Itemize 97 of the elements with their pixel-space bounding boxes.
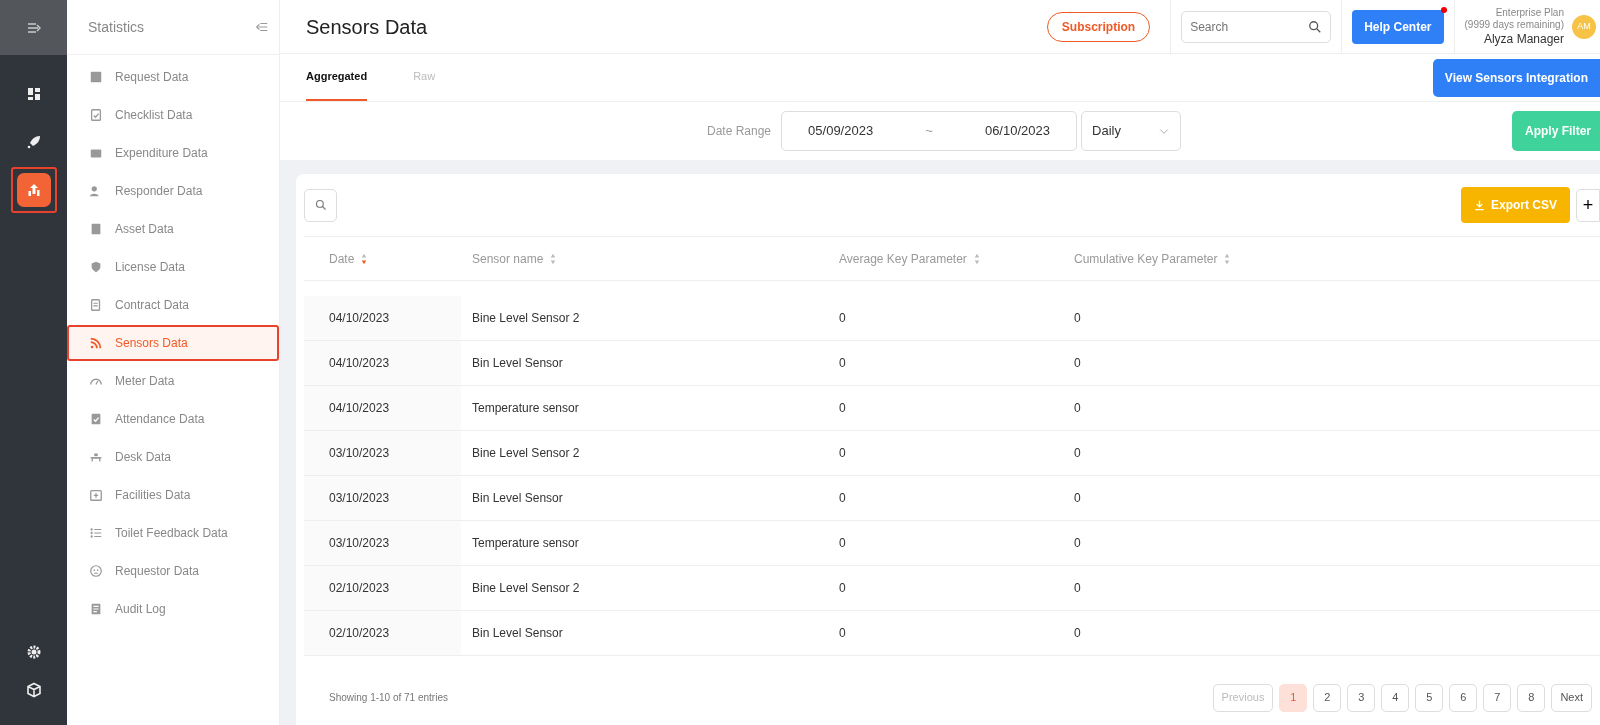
calendar-plus-icon xyxy=(89,488,103,502)
page-button[interactable]: 5 xyxy=(1415,683,1444,712)
table-cell-text: 0 xyxy=(838,490,847,507)
face-icon xyxy=(89,564,103,578)
search-icon xyxy=(1308,19,1323,34)
sidebar-item[interactable]: Facilities Data xyxy=(67,477,279,513)
column-header[interactable]: Sensor name xyxy=(472,249,558,268)
dashboard-icon xyxy=(25,86,42,102)
table-cell: 02/10/2023 xyxy=(304,611,461,655)
sidebar-item[interactable]: Audit Log xyxy=(67,591,279,627)
date-range-label: Date Range xyxy=(707,123,772,140)
date-range-field[interactable]: 05/09/2023 ~ 06/10/2023 xyxy=(781,111,1078,151)
page-button[interactable]: 6 xyxy=(1449,683,1478,712)
plan-name: Enterprise Plan xyxy=(1494,6,1564,19)
table-cell-text: Bin Level Sensor xyxy=(471,355,564,372)
search-field[interactable]: Search xyxy=(1181,10,1332,43)
checklist-icon xyxy=(89,108,103,122)
table-cell: 04/10/2023 xyxy=(304,341,461,385)
add-button[interactable]: + xyxy=(1576,188,1600,222)
sidebar-item[interactable]: Desk Data xyxy=(67,439,279,475)
table-cell: 04/10/2023 xyxy=(304,296,461,340)
page-button[interactable]: 2 xyxy=(1313,683,1342,712)
page-title: Sensors Data xyxy=(305,14,429,40)
subscription-button[interactable]: Subscription xyxy=(1046,11,1151,42)
apply-filter-button[interactable]: Apply Filter xyxy=(1512,111,1600,151)
download-icon xyxy=(1474,199,1485,211)
table-cell: 03/10/2023 xyxy=(304,476,461,520)
table-cell-text: 0 xyxy=(838,355,847,372)
range-separator: ~ xyxy=(925,122,933,141)
shield-icon xyxy=(89,260,103,274)
table-cell: 02/10/2023 xyxy=(304,566,461,610)
report-icon xyxy=(89,602,103,616)
user-name: Alyza Manager xyxy=(1482,31,1564,47)
sidebar-item[interactable]: Contract Data xyxy=(67,287,279,323)
table-cell-text: Bin Level Sensor xyxy=(471,625,564,642)
tab[interactable]: Raw xyxy=(413,54,436,101)
sidebar-item[interactable]: Meter Data xyxy=(67,363,279,399)
clipboard-check-icon xyxy=(89,412,103,426)
document-icon xyxy=(89,298,103,312)
sidebar-item[interactable]: Attendance Data xyxy=(67,401,279,437)
table-cell: 03/10/2023 xyxy=(304,431,461,475)
table-cell-text: Temperature sensor xyxy=(471,535,580,552)
sidebar-item[interactable]: Asset Data xyxy=(67,211,279,247)
column-header[interactable]: Average Key Parameter xyxy=(839,249,981,268)
page-button[interactable]: 8 xyxy=(1517,683,1546,712)
sidebar-item[interactable]: Checklist Data xyxy=(67,97,279,133)
table-cell-text: 0 xyxy=(1073,580,1082,597)
table-cell-text: 0 xyxy=(838,535,847,552)
table-cell-text: 0 xyxy=(1073,625,1082,642)
column-header[interactable]: Date xyxy=(329,249,369,268)
page-button[interactable]: 4 xyxy=(1381,683,1410,712)
settings-icon[interactable] xyxy=(25,644,42,660)
table-cell-text: Bin Level Sensor xyxy=(471,490,564,507)
signal-icon xyxy=(89,336,103,350)
table-cell-text: 0 xyxy=(1073,445,1082,462)
entries-info: Showing 1-10 of 71 entries xyxy=(329,691,448,705)
cube-icon[interactable] xyxy=(25,682,42,698)
help-center-button[interactable]: Help Center xyxy=(1352,9,1444,44)
table-cell-text: 0 xyxy=(838,580,847,597)
page-button[interactable]: 1 xyxy=(1279,683,1308,712)
table-cell-text: 0 xyxy=(1073,535,1082,552)
start-date: 05/09/2023 xyxy=(808,122,874,141)
table-cell: 04/10/2023 xyxy=(304,386,461,430)
table-cell-text: Bine Level Sensor 2 xyxy=(471,580,581,597)
page-button[interactable]: 7 xyxy=(1483,683,1512,712)
next-button[interactable]: Next xyxy=(1551,683,1592,712)
sidebar-item[interactable]: License Data xyxy=(67,249,279,285)
plan-remaining: (9999 days remaining) xyxy=(1464,19,1564,32)
table-cell-text: Temperature sensor xyxy=(471,400,580,417)
sidebar-title: Statistics xyxy=(88,17,144,37)
end-date: 06/10/2023 xyxy=(984,122,1050,141)
view-sensors-integration-button[interactable]: View Sensors Integration xyxy=(1432,58,1600,97)
table-cell-text: 0 xyxy=(1073,400,1082,417)
period-select[interactable]: Daily xyxy=(1081,111,1182,151)
table-cell-text: Bine Level Sensor 2 xyxy=(471,310,581,327)
table-cell-text: 0 xyxy=(838,400,847,417)
table-cell-text: Bine Level Sensor 2 xyxy=(471,445,581,462)
page-button[interactable]: 3 xyxy=(1347,683,1376,712)
rocket-icon xyxy=(25,134,42,150)
table-cell-text: 0 xyxy=(838,445,847,462)
list-icon xyxy=(89,526,103,540)
sidebar-item[interactable]: Toilet Feedback Data xyxy=(67,515,279,551)
table-cell-text: 0 xyxy=(1073,355,1082,372)
sidebar-item[interactable]: Sensors Data xyxy=(67,325,279,361)
table-cell-text: 0 xyxy=(1073,490,1082,507)
table-cell-text: 0 xyxy=(838,310,847,327)
sidebar-item[interactable]: Request Data xyxy=(67,59,279,95)
search-icon xyxy=(314,199,327,211)
sidebar-item[interactable]: Responder Data xyxy=(67,173,279,209)
table-cell-text: 0 xyxy=(838,625,847,642)
upload-chart-nav-button[interactable] xyxy=(10,167,57,213)
column-header[interactable]: Cumulative Key Parameter xyxy=(1074,249,1232,268)
table-cell: 03/10/2023 xyxy=(304,521,461,565)
collapse-menu-icon[interactable] xyxy=(255,20,269,34)
sidebar-item[interactable]: Expenditure Data xyxy=(67,135,279,171)
table-cell-text: 0 xyxy=(1073,310,1082,327)
sidebar-item[interactable]: Requestor Data xyxy=(67,553,279,589)
